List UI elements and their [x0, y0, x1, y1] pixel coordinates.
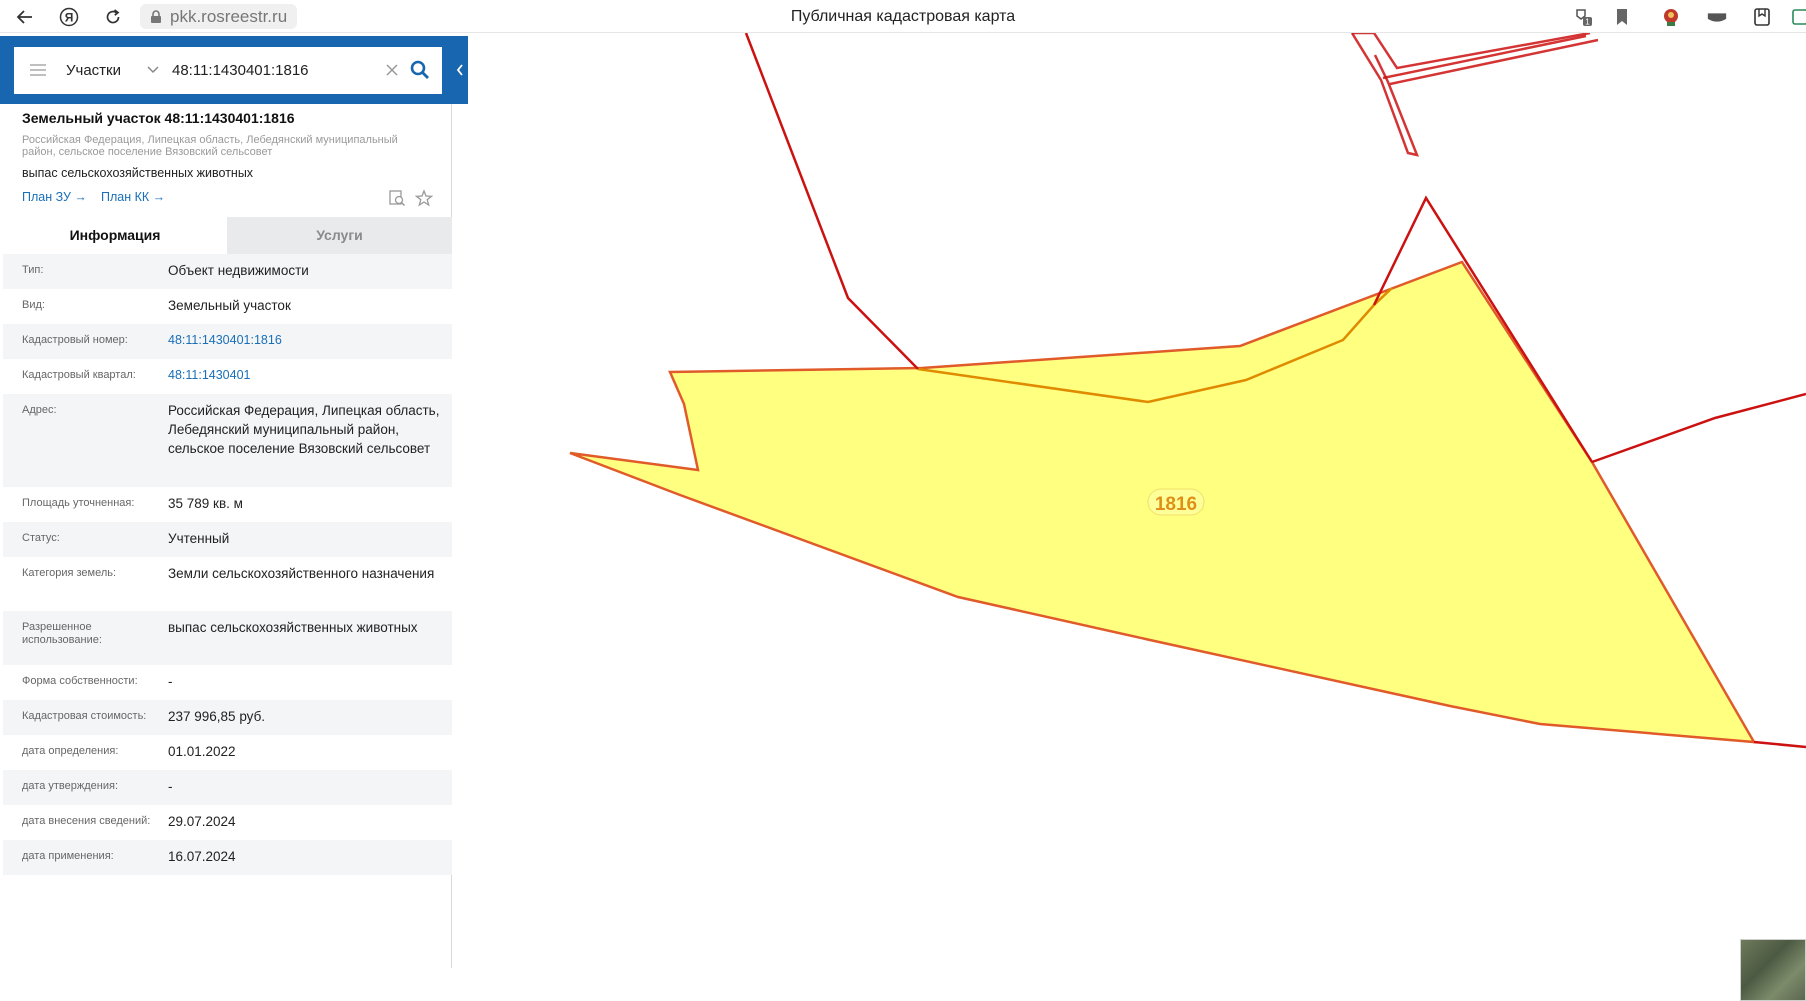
plan-kk-link[interactable]: План КК → — [101, 190, 165, 204]
search-icon[interactable] — [409, 59, 431, 81]
search-bar: Участки — [0, 36, 468, 104]
info-row: Статус: Учтенный — [3, 522, 452, 557]
info-row-label: Площадь уточненная: — [22, 497, 135, 509]
info-row-label: Кадастровый номер: — [22, 334, 128, 346]
info-row-label: дата утверждения: — [22, 780, 119, 792]
info-row-label: Вид: — [22, 299, 45, 311]
info-row-value: 01.01.2022 — [168, 744, 236, 759]
satellite-layer-thumbnail[interactable] — [1740, 939, 1806, 1001]
info-row: Тип: Объект недвижимости — [3, 254, 452, 289]
protect-icon[interactable]: 1 — [1572, 6, 1594, 28]
info-row-label: дата применения: — [22, 850, 114, 862]
info-row: Вид: Земельный участок — [3, 289, 452, 324]
info-row: дата утверждения: - — [3, 770, 452, 805]
reload-icon[interactable] — [102, 6, 124, 28]
info-row-label: дата внесения сведений: — [22, 815, 151, 827]
cadastral-quarter-link[interactable]: 48:11:1430401 — [168, 366, 443, 385]
info-row-label: Форма собственности: — [22, 675, 138, 687]
object-title: Земельный участок 48:11:1430401:1816 — [22, 110, 295, 126]
info-row-label: Категория земель: — [22, 567, 117, 579]
extension-icon[interactable] — [1660, 6, 1682, 28]
extension-icon[interactable] — [1790, 6, 1806, 28]
info-row: Форма собственности: - — [3, 665, 452, 700]
info-row-value: - — [168, 674, 173, 689]
info-row-value: Российская Федерация, Липецкая область, … — [168, 403, 440, 456]
plan-zu-link[interactable]: План ЗУ → — [22, 190, 87, 204]
info-row-value: Земельный участок — [168, 298, 291, 313]
info-row-value: Объект недвижимости — [168, 263, 309, 278]
chevron-down-icon[interactable] — [146, 64, 160, 76]
parcel-label: 1816 — [1147, 488, 1205, 516]
info-row: Площадь уточненная: 35 789 кв. м — [3, 487, 452, 522]
lock-icon — [151, 10, 161, 23]
info-row: дата определения: 01.01.2022 — [3, 735, 452, 770]
url-text: pkk.rosreestr.ru — [170, 7, 288, 26]
cadastral-number-link[interactable]: 48:11:1430401:1816 — [168, 331, 443, 350]
info-row-value: 237 996,85 руб. — [168, 709, 266, 724]
info-row-value: 29.07.2024 — [168, 814, 236, 829]
info-row-label: Статус: — [22, 532, 60, 544]
info-row-label: Кадастровый квартал: — [22, 369, 136, 381]
svg-text:1816: 1816 — [1155, 494, 1197, 515]
info-row-label: Разрешенное использование: — [22, 621, 102, 646]
info-row-value: 35 789 кв. м — [168, 496, 243, 511]
tab-services[interactable]: Услуги — [227, 217, 452, 254]
search-box: Участки — [14, 47, 442, 94]
info-row: дата внесения сведений: 29.07.2024 — [3, 805, 452, 840]
info-row-label: Кадастровая стоимость: — [22, 710, 147, 722]
favorite-star-icon[interactable] — [415, 189, 433, 207]
info-row-value: 16.07.2024 — [168, 849, 236, 864]
clear-icon[interactable] — [384, 62, 400, 78]
info-row-value: выпас сельскохозяйственных животных — [168, 620, 418, 635]
extension-icon[interactable] — [1706, 6, 1728, 28]
address-bar[interactable]: pkk.rosreestr.ru — [140, 4, 298, 29]
object-usage: выпас сельскохозяйственных животных — [22, 166, 254, 180]
hamburger-menu-icon[interactable] — [28, 63, 48, 77]
info-row: Кадастровый квартал: 48:11:1430401 — [3, 359, 452, 394]
svg-text:Я: Я — [65, 11, 74, 25]
zoom-to-object-icon[interactable] — [388, 189, 406, 207]
svg-text:1: 1 — [1585, 18, 1590, 27]
info-row-label: Адрес: — [22, 404, 57, 416]
info-row-value: Земли сельскохозяйственного назначения — [168, 566, 435, 581]
info-row: Кадастровая стоимость: 237 996,85 руб. — [3, 700, 452, 735]
object-address: Российская Федерация, Липецкая область, … — [22, 134, 398, 158]
yandex-icon[interactable]: Я — [58, 6, 80, 28]
info-row-value: Учтенный — [168, 531, 230, 546]
info-panel: Участки Земельный участок 48:11:1430401:… — [0, 36, 468, 968]
collapse-panel-button[interactable] — [452, 36, 468, 104]
info-row-value: - — [168, 779, 173, 794]
info-row: Кадастровый номер: 48:11:1430401:1816 — [3, 324, 452, 359]
info-table: Тип: Объект недвижимости Вид: Земельный … — [3, 254, 452, 875]
info-row-label: дата определения: — [22, 745, 119, 757]
extension-icon[interactable] — [1751, 6, 1773, 28]
info-row: Категория земель: Земли сельскохозяйстве… — [3, 557, 452, 611]
tabs: Информация Услуги — [3, 217, 452, 254]
search-input[interactable] — [172, 56, 392, 85]
info-row-label: Тип: — [22, 264, 44, 276]
info-row: Разрешенное использование: выпас сельско… — [3, 611, 452, 665]
back-arrow-icon[interactable] — [14, 6, 36, 28]
info-row: дата применения: 16.07.2024 — [3, 840, 452, 875]
info-row: Адрес: Российская Федерация, Липецкая об… — [3, 394, 452, 487]
neighbor-parcel-outline — [1350, 33, 1599, 157]
tab-info[interactable]: Информация — [3, 217, 227, 254]
browser-toolbar: Я pkk.rosreestr.ru Публичная кадастровая… — [0, 0, 1806, 33]
bookmark-icon[interactable] — [1611, 6, 1633, 28]
chevron-left-icon — [456, 64, 463, 76]
object-type-select[interactable]: Участки — [66, 47, 121, 94]
